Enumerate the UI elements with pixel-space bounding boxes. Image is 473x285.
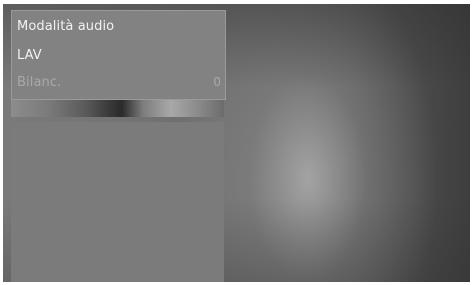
- menu-item-value: 0: [213, 75, 221, 89]
- menu-title: Modalità audio: [17, 18, 115, 34]
- audio-menu-panel: Modalità audio LAV Bilanc. 0: [11, 10, 226, 100]
- tv-screen: Modalità audio LAV Bilanc. 0: [3, 4, 470, 282]
- menu-lower-panel: [11, 122, 224, 282]
- menu-separator-strip: [11, 100, 224, 117]
- menu-item-label: Bilanc.: [17, 74, 62, 90]
- menu-item-label: LAV: [17, 47, 42, 63]
- menu-item-lav[interactable]: LAV: [12, 42, 225, 68]
- menu-item-balance[interactable]: Bilanc. 0: [12, 69, 225, 95]
- menu-title-row: Modalità audio: [12, 13, 225, 39]
